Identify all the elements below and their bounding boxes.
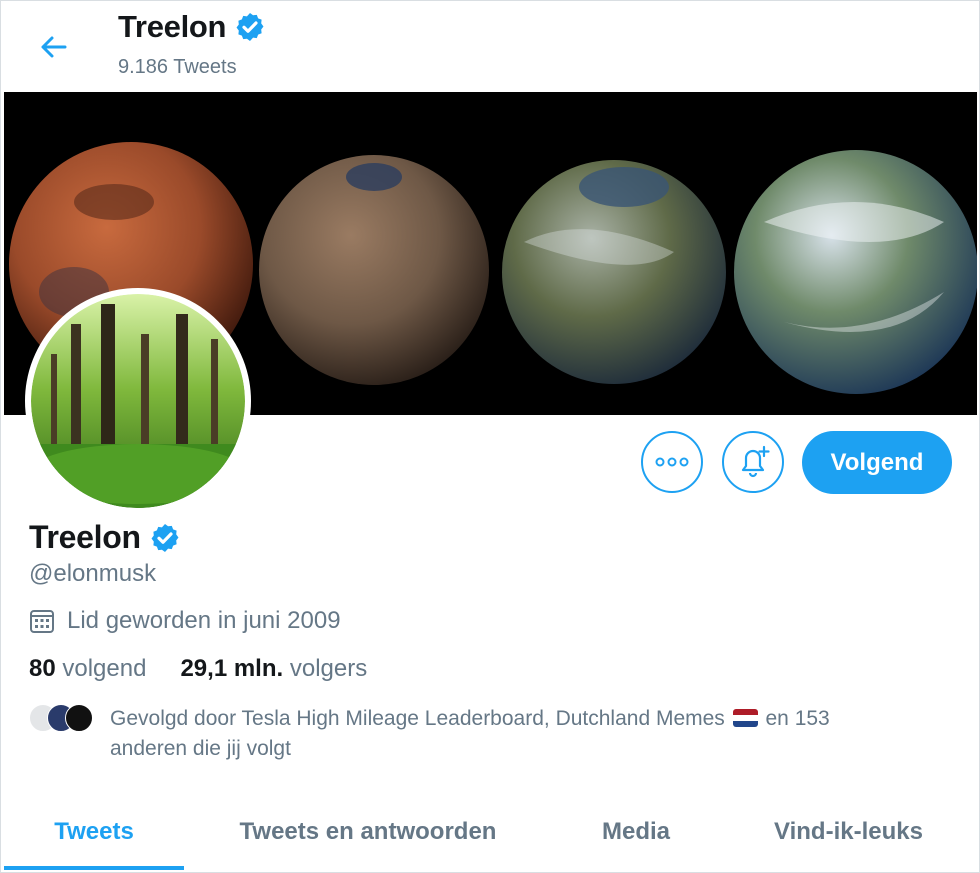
- verified-badge-icon: [151, 523, 179, 552]
- arrow-left-icon: [41, 36, 67, 58]
- tab-label: Tweets: [54, 817, 134, 845]
- followers-label: volgers: [289, 655, 368, 682]
- follower-avatars: [29, 704, 99, 734]
- verified-badge-icon: [236, 13, 264, 41]
- join-date: Lid geworden in juni 2009: [29, 607, 341, 635]
- following-link[interactable]: 80 volgend: [29, 655, 146, 683]
- netherlands-flag-icon: [732, 709, 758, 727]
- following-label: volgend: [62, 655, 147, 682]
- forest-avatar: [31, 294, 245, 508]
- calendar-icon: [30, 610, 54, 633]
- profile-avatar[interactable]: [25, 288, 251, 514]
- profile-handle: @elonmusk: [29, 560, 157, 587]
- tab-label: Tweets en antwoorden: [239, 817, 497, 845]
- more-dots-icon: [655, 457, 689, 467]
- join-date-text: Lid geworden in juni 2009: [67, 607, 341, 634]
- profile-tabs: Tweets Tweets en antwoorden Media Vind-i…: [4, 791, 977, 872]
- following-button[interactable]: Volgend: [802, 431, 952, 494]
- tab-likes[interactable]: Vind-ik-leuks: [720, 791, 977, 872]
- followers-link[interactable]: 29,1 mln. volgers: [180, 655, 367, 683]
- followers-count: 29,1 mln.: [180, 655, 284, 682]
- notification-bell-plus-icon: [741, 445, 770, 478]
- following-count: 80: [29, 655, 56, 682]
- follow-stats: 80 volgend 29,1 mln. volgers: [29, 655, 367, 683]
- header-name: Treelon: [118, 9, 227, 44]
- tweet-count: 9.186 Tweets: [118, 56, 237, 78]
- tab-label: Media: [601, 817, 670, 845]
- followed-by-prefix: Gevolgd door Tesla High Mileage Leaderbo…: [110, 707, 725, 730]
- followed-by-text: Gevolgd door Tesla High Mileage Leaderbo…: [110, 704, 910, 764]
- tab-media[interactable]: Media: [552, 791, 720, 872]
- tab-label: Vind-ik-leuks: [774, 817, 923, 845]
- profile-name: Treelon: [29, 519, 181, 556]
- profile-display-name: Treelon: [29, 519, 141, 555]
- follower-avatar-3: [65, 704, 93, 732]
- tab-tweets-and-replies[interactable]: Tweets en antwoorden: [184, 791, 552, 872]
- more-options-button[interactable]: [641, 431, 703, 493]
- active-tab-indicator: [4, 866, 184, 870]
- back-button[interactable]: [31, 29, 75, 65]
- tab-tweets[interactable]: Tweets: [4, 791, 184, 872]
- profile-page: Treelon 9.186 Tweets Volgend Treelon @el…: [0, 0, 980, 873]
- notifications-button[interactable]: [722, 431, 784, 493]
- header-title: Treelon: [118, 9, 266, 45]
